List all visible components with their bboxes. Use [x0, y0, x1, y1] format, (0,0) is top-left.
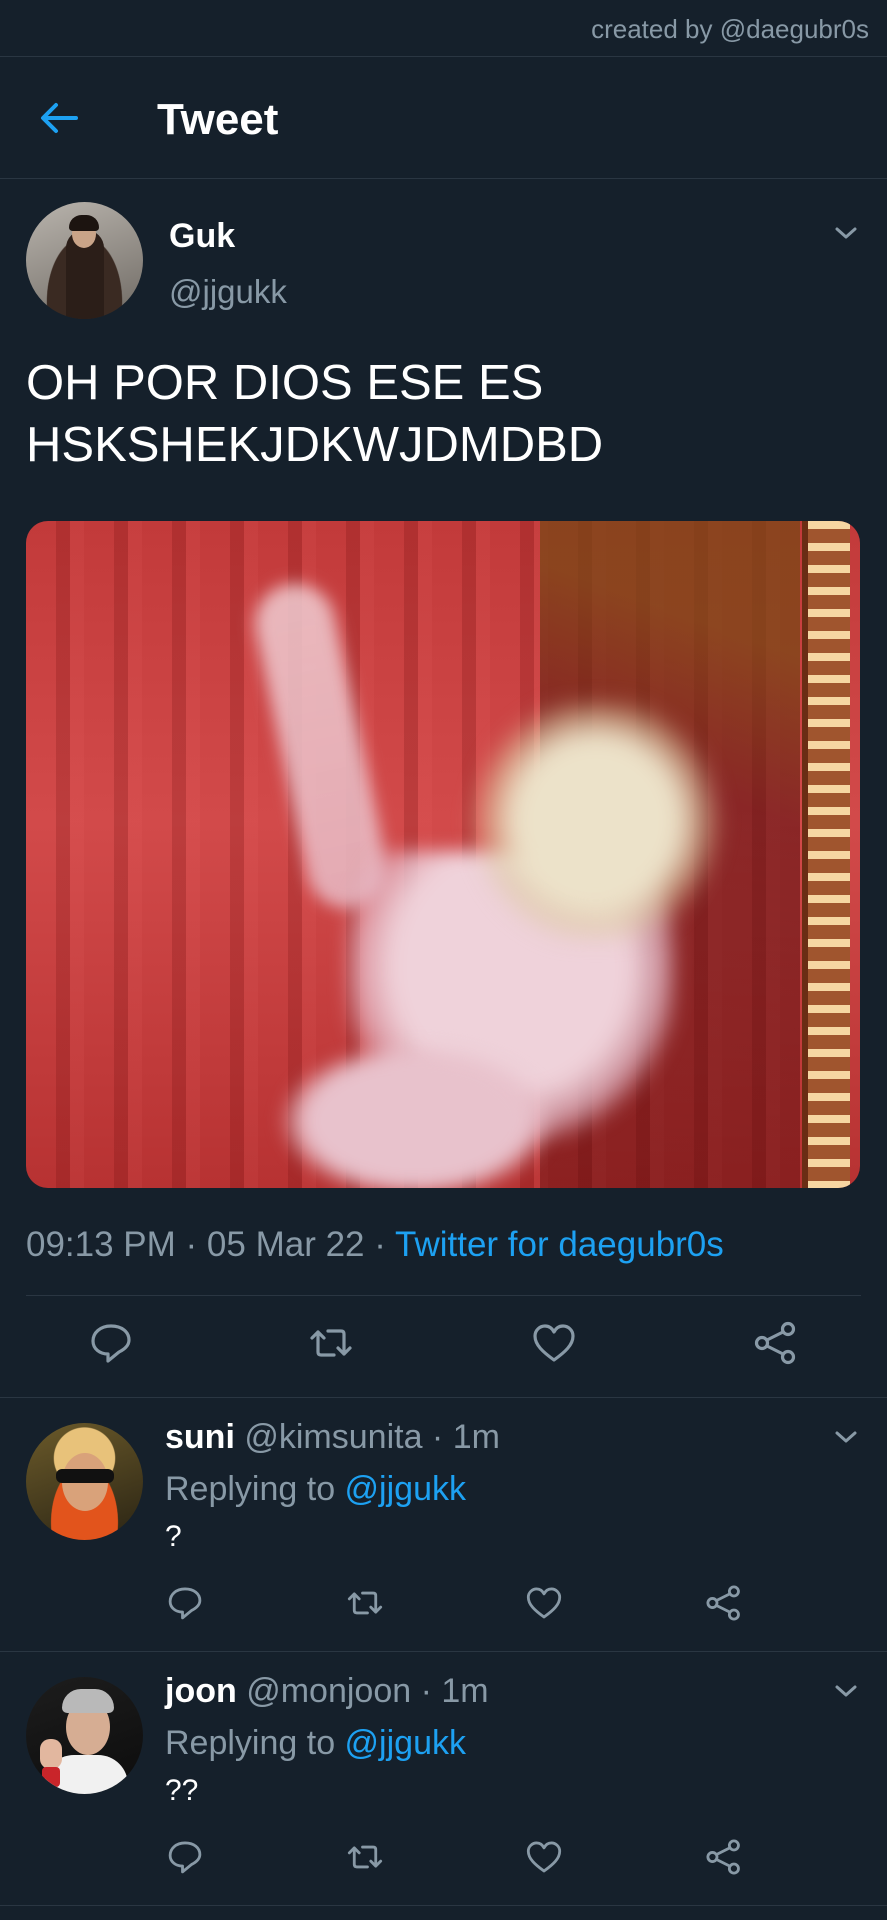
like-icon — [526, 1587, 562, 1619]
reply-avatar[interactable] — [26, 1677, 143, 1794]
avatar-hair — [69, 215, 99, 231]
share-icon — [754, 1321, 796, 1365]
reply-author-handle[interactable]: @monjoon — [246, 1672, 411, 1710]
reply-avatar[interactable] — [26, 1423, 143, 1540]
tweet-media-image[interactable] — [26, 521, 860, 1188]
reply-button[interactable] — [166, 1584, 204, 1622]
tweet-meta: 09:13 PM · 05 Mar 22 · Twitter for daegu… — [26, 1225, 724, 1265]
author-handle[interactable]: @jjgukk — [169, 273, 287, 311]
tweet-detail-screen: created by @daegubr0s Tweet Guk @jjgukk … — [0, 0, 887, 1920]
share-button[interactable] — [705, 1584, 743, 1622]
retweet-button[interactable] — [346, 1584, 384, 1622]
reply-tweet[interactable]: suni @kimsunita · 1m Replying to @jjgukk… — [0, 1398, 887, 1652]
reply-author-name[interactable]: suni — [165, 1418, 235, 1456]
credit-watermark: created by @daegubr0s — [591, 14, 869, 44]
tweet-date: 05 Mar 22 — [206, 1225, 365, 1264]
meta-separator: · — [364, 1225, 395, 1264]
replying-to-label: Replying to — [165, 1470, 345, 1508]
like-icon — [526, 1841, 562, 1873]
avatar-sunglasses — [56, 1469, 114, 1483]
page-title: Tweet — [157, 95, 279, 144]
top-app-bar: Tweet — [0, 57, 887, 179]
reply-button[interactable] — [88, 1320, 134, 1366]
meta-separator: · — [175, 1225, 207, 1264]
retweet-icon — [347, 1845, 383, 1869]
reply-author-name[interactable]: joon — [165, 1672, 237, 1710]
like-button[interactable] — [525, 1584, 563, 1622]
reply-icon — [168, 1587, 202, 1620]
reply-tweet[interactable]: joon @monjoon · 1m Replying to @jjgukk ?… — [0, 1652, 887, 1906]
replying-to-mention[interactable]: @jjgukk — [345, 1470, 466, 1508]
avatar-patch — [42, 1767, 60, 1787]
media-stage-lights — [802, 521, 850, 1188]
reply-icon — [91, 1324, 131, 1363]
like-icon — [533, 1324, 575, 1362]
like-button[interactable] — [525, 1838, 563, 1876]
reply-options-button[interactable] — [831, 1680, 861, 1702]
reply-text: ?? — [165, 1774, 199, 1807]
share-icon — [706, 1839, 740, 1875]
reply-header: suni @kimsunita · 1m — [165, 1418, 500, 1457]
divider — [0, 178, 887, 179]
retweet-icon — [310, 1329, 352, 1357]
share-button[interactable] — [705, 1838, 743, 1876]
replying-to-label: Replying to — [165, 1724, 345, 1762]
replying-to-mention[interactable]: @jjgukk — [345, 1724, 466, 1762]
reply-options-button[interactable] — [831, 1426, 861, 1448]
media-legs-blur — [276, 1041, 556, 1188]
author-name[interactable]: Guk — [169, 217, 235, 256]
tweet-options-button[interactable] — [831, 222, 861, 244]
avatar-hair — [62, 1689, 114, 1713]
reply-button[interactable] — [166, 1838, 204, 1876]
chevron-down-icon — [835, 1685, 857, 1697]
reply-text: ? — [165, 1520, 182, 1553]
reply-time: · 1m — [422, 1418, 500, 1456]
tweet-text: OH POR DIOS ESE ES HSKSHEKJDKWJDMDBD — [26, 356, 604, 472]
reply-time: · 1m — [411, 1672, 489, 1710]
avatar-hand — [40, 1739, 62, 1769]
divider — [0, 1905, 887, 1906]
share-button[interactable] — [753, 1320, 799, 1366]
reply-icon — [168, 1841, 202, 1874]
tweet-source-link[interactable]: Twitter for daegubr0s — [395, 1225, 724, 1264]
back-button[interactable] — [36, 95, 82, 141]
chevron-down-icon — [835, 1431, 857, 1443]
replying-to: Replying to @jjgukk — [165, 1470, 466, 1509]
author-avatar[interactable] — [26, 202, 143, 319]
reply-header: joon @monjoon · 1m — [165, 1672, 489, 1711]
divider — [26, 1295, 861, 1296]
retweet-button[interactable] — [346, 1838, 384, 1876]
arrow-left-icon — [41, 103, 78, 133]
reply-author-handle[interactable]: @kimsunita — [244, 1418, 422, 1456]
retweet-icon — [347, 1591, 383, 1615]
media-hair-blur — [466, 701, 726, 941]
like-button[interactable] — [531, 1320, 577, 1366]
replying-to: Replying to @jjgukk — [165, 1724, 466, 1763]
tweet-actions — [0, 1320, 887, 1380]
chevron-down-icon — [835, 227, 857, 239]
tweet-time: 09:13 PM — [26, 1225, 176, 1264]
share-icon — [706, 1585, 740, 1621]
retweet-button[interactable] — [308, 1320, 354, 1366]
